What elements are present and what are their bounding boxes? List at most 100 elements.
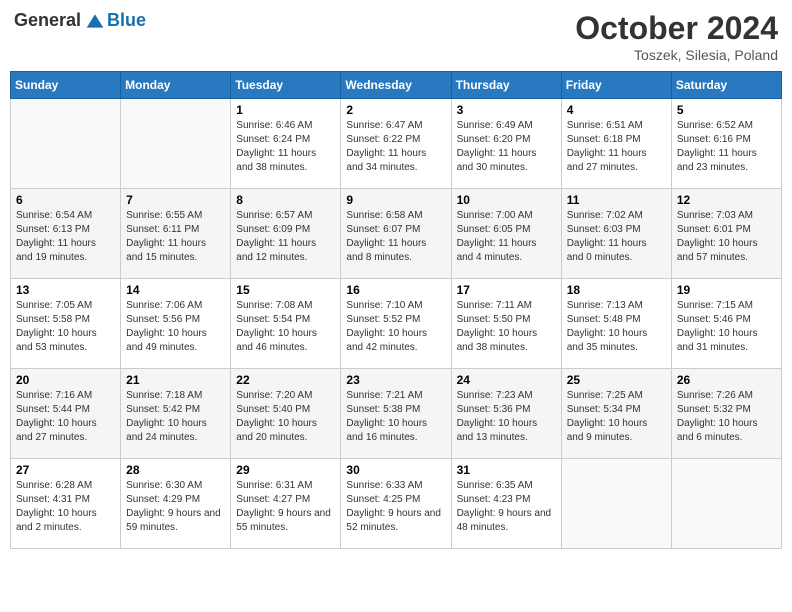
logo: General Blue xyxy=(14,10,146,31)
day-detail: Sunrise: 7:18 AM Sunset: 5:42 PM Dayligh… xyxy=(126,389,225,445)
calendar-cell: 23Sunrise: 7:21 AM Sunset: 5:38 PM Dayli… xyxy=(341,369,451,459)
day-number: 1 xyxy=(236,103,335,117)
col-sunday: Sunday xyxy=(11,72,121,99)
day-detail: Sunrise: 6:31 AM Sunset: 4:27 PM Dayligh… xyxy=(236,479,335,535)
day-detail: Sunrise: 7:16 AM Sunset: 5:44 PM Dayligh… xyxy=(16,389,115,445)
calendar-cell: 17Sunrise: 7:11 AM Sunset: 5:50 PM Dayli… xyxy=(451,279,561,369)
day-detail: Sunrise: 7:10 AM Sunset: 5:52 PM Dayligh… xyxy=(346,299,445,355)
calendar-cell: 20 Sunrise: 7:16 AM Sunset: 5:44 PM Dayli… xyxy=(11,369,121,459)
calendar-cell: 8 Sunrise: 6:57 AM Sunset: 6:09 PM Daylig… xyxy=(231,189,341,279)
col-thursday: Thursday xyxy=(451,72,561,99)
day-number: 20 xyxy=(16,373,115,387)
day-number: 19 xyxy=(677,283,776,297)
day-detail: Sunrise: 7:11 AM Sunset: 5:50 PM Dayligh… xyxy=(457,299,556,355)
day-detail: Sunrise: 7:26 AM Sunset: 5:32 PM Dayligh… xyxy=(677,389,776,445)
col-monday: Monday xyxy=(121,72,231,99)
calendar-cell: 21Sunrise: 7:18 AM Sunset: 5:42 PM Dayli… xyxy=(121,369,231,459)
day-number: 7 xyxy=(126,193,225,207)
day-detail: Sunrise: 6:33 AM Sunset: 4:25 PM Dayligh… xyxy=(346,479,445,535)
col-friday: Friday xyxy=(561,72,671,99)
day-detail: Sunrise: 7:23 AM Sunset: 5:36 PM Dayligh… xyxy=(457,389,556,445)
day-detail: Sunrise: 6:55 AM Sunset: 6:11 PM Dayligh… xyxy=(126,209,225,265)
title-block: October 2024 Toszek, Silesia, Poland xyxy=(575,10,778,63)
day-number: 25 xyxy=(567,373,666,387)
calendar-cell: 22 Sunrise: 7:20 AM Sunset: 5:40 PM Dayli… xyxy=(231,369,341,459)
day-detail: Sunrise: 6:46 AM Sunset: 6:24 PM Dayligh… xyxy=(236,119,335,175)
day-detail: Sunrise: 7:08 AM Sunset: 5:54 PM Dayligh… xyxy=(236,299,335,355)
calendar-cell: 13 Sunrise: 7:05 AM Sunset: 5:58 PM Dayli… xyxy=(11,279,121,369)
day-detail: Sunrise: 6:52 AM Sunset: 6:16 PM Dayligh… xyxy=(677,119,776,175)
calendar-cell: 28 Sunrise: 6:30 AM Sunset: 4:29 PM Dayli… xyxy=(121,459,231,549)
calendar-cell xyxy=(671,459,781,549)
day-number: 14 xyxy=(126,283,225,297)
calendar-cell: 18 Sunrise: 7:13 AM Sunset: 5:48 PM Dayli… xyxy=(561,279,671,369)
calendar-cell: 16 Sunrise: 7:10 AM Sunset: 5:52 PM Dayli… xyxy=(341,279,451,369)
day-detail: Sunrise: 6:30 AM Sunset: 4:29 PM Dayligh… xyxy=(126,479,225,535)
page-header: General Blue October 2024 Toszek, Silesi… xyxy=(10,10,782,63)
day-detail: Sunrise: 7:13 AM Sunset: 5:48 PM Dayligh… xyxy=(567,299,666,355)
day-detail: Sunrise: 6:51 AM Sunset: 6:18 PM Dayligh… xyxy=(567,119,666,175)
week-row-2: 6Sunrise: 6:54 AM Sunset: 6:13 PM Daylig… xyxy=(11,189,782,279)
calendar-cell xyxy=(11,99,121,189)
day-detail: Sunrise: 6:35 AM Sunset: 4:23 PM Dayligh… xyxy=(457,479,556,535)
day-number: 22 xyxy=(236,373,335,387)
day-number: 10 xyxy=(457,193,556,207)
location: Toszek, Silesia, Poland xyxy=(575,47,778,63)
day-number: 2 xyxy=(346,103,445,117)
day-detail: Sunrise: 6:58 AM Sunset: 6:07 PM Dayligh… xyxy=(346,209,445,265)
logo-blue-text: Blue xyxy=(107,10,146,31)
col-saturday: Saturday xyxy=(671,72,781,99)
calendar-cell: 5Sunrise: 6:52 AM Sunset: 6:16 PM Daylig… xyxy=(671,99,781,189)
calendar-cell: 4Sunrise: 6:51 AM Sunset: 6:18 PM Daylig… xyxy=(561,99,671,189)
day-number: 18 xyxy=(567,283,666,297)
col-wednesday: Wednesday xyxy=(341,72,451,99)
logo-icon xyxy=(85,11,105,31)
calendar-cell: 31Sunrise: 6:35 AM Sunset: 4:23 PM Dayli… xyxy=(451,459,561,549)
calendar-cell: 30 Sunrise: 6:33 AM Sunset: 4:25 PM Dayli… xyxy=(341,459,451,549)
calendar-cell: 3 Sunrise: 6:49 AM Sunset: 6:20 PM Daylig… xyxy=(451,99,561,189)
calendar-cell: 29 Sunrise: 6:31 AM Sunset: 4:27 PM Dayli… xyxy=(231,459,341,549)
calendar-header-row: Sunday Monday Tuesday Wednesday Thursday… xyxy=(11,72,782,99)
col-tuesday: Tuesday xyxy=(231,72,341,99)
week-row-1: 1 Sunrise: 6:46 AM Sunset: 6:24 PM Daylig… xyxy=(11,99,782,189)
calendar-cell: 12 Sunrise: 7:03 AM Sunset: 6:01 PM Dayli… xyxy=(671,189,781,279)
day-number: 13 xyxy=(16,283,115,297)
calendar-cell xyxy=(561,459,671,549)
week-row-5: 27 Sunrise: 6:28 AM Sunset: 4:31 PM Dayli… xyxy=(11,459,782,549)
calendar-cell: 25 Sunrise: 7:25 AM Sunset: 5:34 PM Dayli… xyxy=(561,369,671,459)
calendar-cell: 27 Sunrise: 6:28 AM Sunset: 4:31 PM Dayli… xyxy=(11,459,121,549)
calendar-cell: 2 Sunrise: 6:47 AM Sunset: 6:22 PM Daylig… xyxy=(341,99,451,189)
day-detail: Sunrise: 7:20 AM Sunset: 5:40 PM Dayligh… xyxy=(236,389,335,445)
calendar-cell: 7 Sunrise: 6:55 AM Sunset: 6:11 PM Daylig… xyxy=(121,189,231,279)
day-number: 27 xyxy=(16,463,115,477)
week-row-3: 13 Sunrise: 7:05 AM Sunset: 5:58 PM Dayli… xyxy=(11,279,782,369)
day-detail: Sunrise: 6:28 AM Sunset: 4:31 PM Dayligh… xyxy=(16,479,115,535)
day-detail: Sunrise: 7:05 AM Sunset: 5:58 PM Dayligh… xyxy=(16,299,115,355)
month-title: October 2024 xyxy=(575,10,778,47)
day-detail: Sunrise: 6:57 AM Sunset: 6:09 PM Dayligh… xyxy=(236,209,335,265)
day-number: 30 xyxy=(346,463,445,477)
calendar-cell: 11Sunrise: 7:02 AM Sunset: 6:03 PM Dayli… xyxy=(561,189,671,279)
day-number: 8 xyxy=(236,193,335,207)
calendar-cell: 1 Sunrise: 6:46 AM Sunset: 6:24 PM Daylig… xyxy=(231,99,341,189)
day-detail: Sunrise: 7:25 AM Sunset: 5:34 PM Dayligh… xyxy=(567,389,666,445)
day-number: 3 xyxy=(457,103,556,117)
day-number: 28 xyxy=(126,463,225,477)
day-number: 26 xyxy=(677,373,776,387)
day-number: 11 xyxy=(567,193,666,207)
day-number: 6 xyxy=(16,193,115,207)
calendar-cell xyxy=(121,99,231,189)
day-number: 29 xyxy=(236,463,335,477)
day-detail: Sunrise: 7:03 AM Sunset: 6:01 PM Dayligh… xyxy=(677,209,776,265)
day-number: 12 xyxy=(677,193,776,207)
calendar-table: Sunday Monday Tuesday Wednesday Thursday… xyxy=(10,71,782,549)
day-number: 15 xyxy=(236,283,335,297)
logo-general-text: General xyxy=(14,10,81,31)
day-number: 16 xyxy=(346,283,445,297)
calendar-cell: 24 Sunrise: 7:23 AM Sunset: 5:36 PM Dayli… xyxy=(451,369,561,459)
day-detail: Sunrise: 6:47 AM Sunset: 6:22 PM Dayligh… xyxy=(346,119,445,175)
day-detail: Sunrise: 6:49 AM Sunset: 6:20 PM Dayligh… xyxy=(457,119,556,175)
day-number: 24 xyxy=(457,373,556,387)
day-detail: Sunrise: 7:00 AM Sunset: 6:05 PM Dayligh… xyxy=(457,209,556,265)
day-detail: Sunrise: 7:06 AM Sunset: 5:56 PM Dayligh… xyxy=(126,299,225,355)
